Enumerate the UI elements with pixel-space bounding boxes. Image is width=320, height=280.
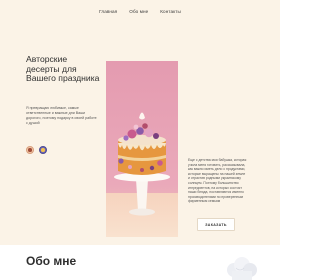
award-badge-icon	[26, 146, 34, 154]
about-title: Обо мне	[26, 254, 77, 268]
cake-photo	[106, 61, 178, 237]
hero-side-text: Еще с детства моя бабушка, которая учила…	[188, 158, 247, 204]
chef-hat-icon	[227, 257, 257, 280]
top-navigation: Главная Обо мне Контакты	[0, 0, 280, 22]
page: Главная Обо мне Контакты Авторские десер…	[0, 0, 280, 280]
quality-badge-icon	[39, 146, 47, 154]
nav-item-about[interactable]: Обо мне	[129, 9, 148, 14]
hero-description: Я превращаю любимые, самые ответственные…	[26, 106, 97, 125]
nav-item-home[interactable]: Главная	[99, 9, 117, 14]
nav-item-contacts[interactable]: Контакты	[160, 9, 181, 14]
order-button[interactable]: ЗАКАЗАТЬ	[197, 218, 235, 231]
badges	[26, 146, 47, 154]
hero-title: Авторские десерты для Вашего праздника	[26, 54, 100, 84]
hero-section: Авторские десерты для Вашего праздника Я…	[0, 22, 280, 245]
